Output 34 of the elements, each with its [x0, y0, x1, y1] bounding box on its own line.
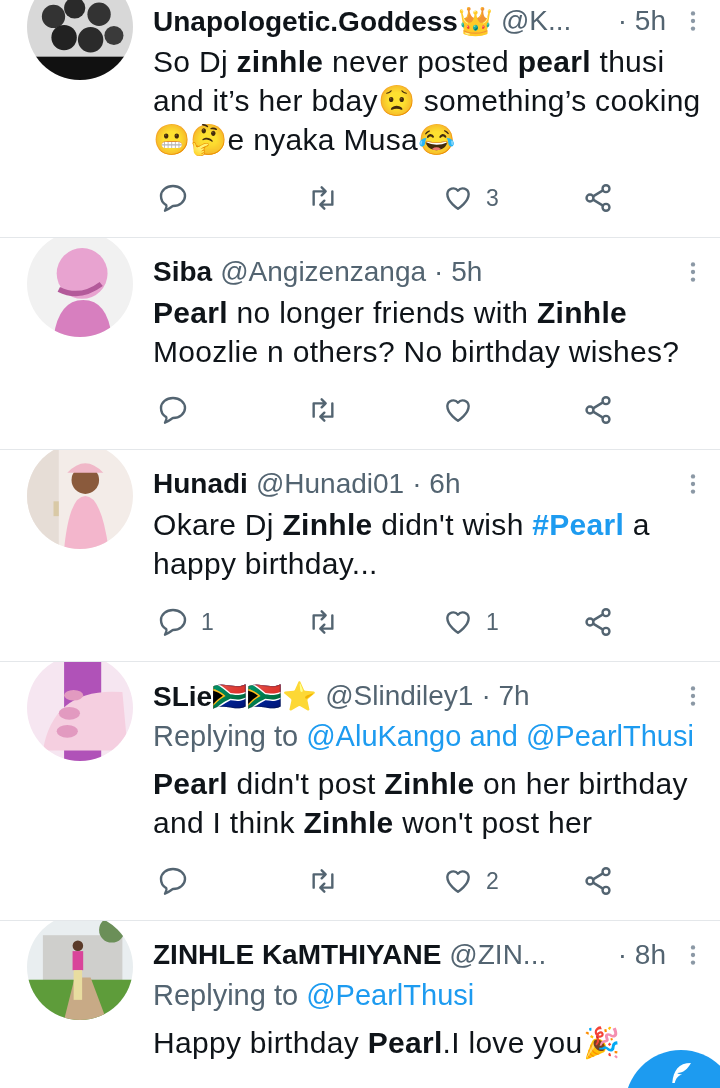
like-count: 2: [486, 867, 499, 895]
author-handle: @ZIN...: [449, 939, 547, 971]
share-icon[interactable]: [582, 606, 614, 638]
author-name[interactable]: Hunadi: [153, 468, 248, 500]
author-name[interactable]: Siba: [153, 256, 213, 288]
reply-icon[interactable]: [157, 606, 189, 638]
author-name[interactable]: Unapologetic.Goddess👑: [153, 4, 493, 38]
share-icon[interactable]: [582, 182, 614, 214]
share-icon[interactable]: [582, 394, 614, 426]
replying-to-text: Replying to @PearlThusi: [153, 978, 475, 1013]
tweet-text: Happy birthday Pearl.I love you🎉: [153, 1025, 620, 1062]
share-icon[interactable]: [582, 865, 614, 897]
author-name[interactable]: SLie🇿🇦🇿🇦⭐: [153, 679, 318, 713]
reply-icon[interactable]: [157, 865, 189, 897]
author-name[interactable]: ZINHLE KaMTHIYANE: [153, 939, 442, 971]
reply-icon[interactable]: [157, 182, 189, 214]
reply-count: 1: [201, 608, 214, 636]
like-count: 3: [486, 184, 499, 212]
timestamp: · 8h: [617, 939, 666, 971]
timestamp: · 5h: [434, 256, 483, 288]
tweet-text: Okare Dj Zinhle didn't wish #Pearl a happy birthday...: [153, 507, 651, 582]
timestamp: · 6h: [412, 468, 461, 500]
tweet-text: So Dj zinhle never posted pearl thusi and it’s her bday😟 something’s cooking 😬🤔e nyaka Musa😂: [153, 44, 702, 158]
timestamp: · 7h: [481, 680, 530, 712]
author-handle: @Angizenzanga: [220, 256, 427, 288]
author-handle: @Hunadi01: [255, 468, 405, 500]
like-count: 1: [486, 608, 499, 636]
author-handle: @K...: [500, 5, 572, 37]
author-handle: @Slindiley1: [325, 680, 474, 712]
tweet-text: Pearl didn't post Zinhle on her birthday and I think Zinhle won't post her: [153, 766, 689, 841]
replying-to-text: Replying to @AluKango and @PearlThusi: [153, 719, 694, 754]
timestamp: · 5h: [617, 5, 666, 37]
tweet-text: Pearl no longer friends with Zinhle Moozlie n others? No birthday wishes?: [153, 295, 681, 370]
reply-icon[interactable]: [157, 394, 189, 426]
